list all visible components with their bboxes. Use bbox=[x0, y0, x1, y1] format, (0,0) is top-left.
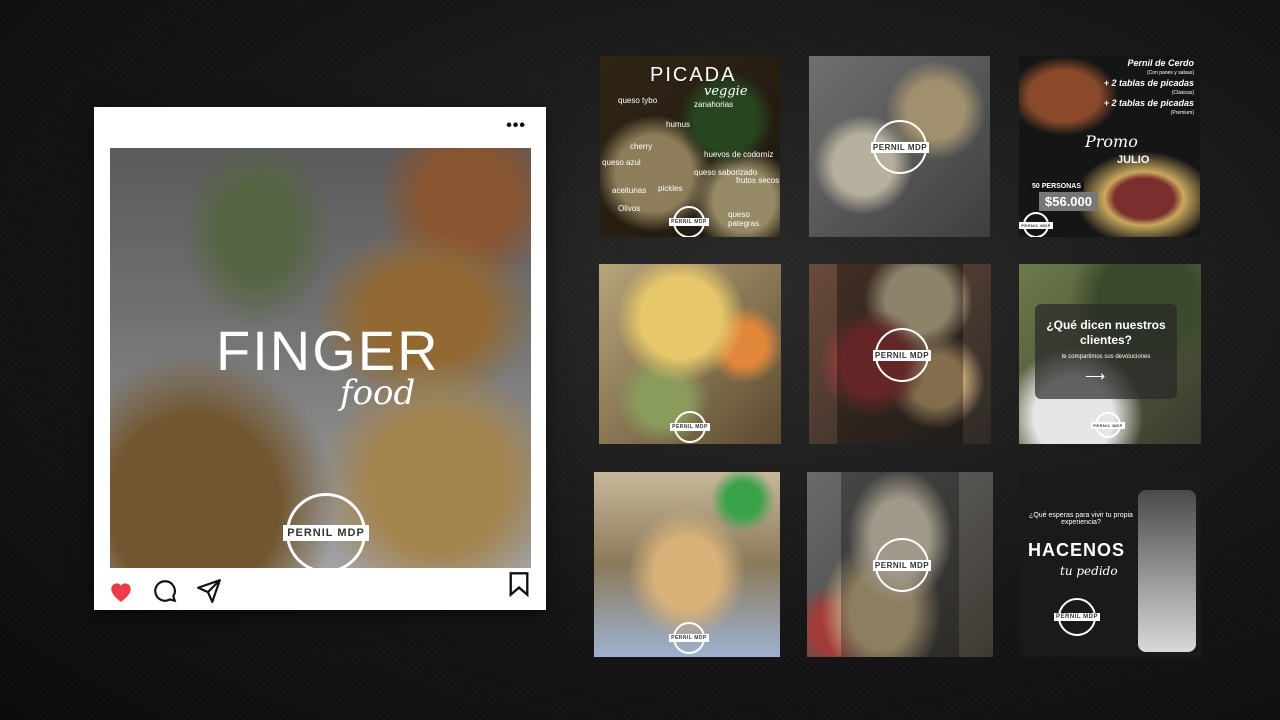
tile-logo: PERNIL MDP bbox=[1091, 412, 1125, 438]
label-humus: humus bbox=[666, 120, 691, 129]
tile-testimonials[interactable]: ¿Qué dicen nuestros clientes? te compart… bbox=[1019, 264, 1201, 444]
promo-line1-small: (Con panes y salsas) bbox=[1147, 70, 1194, 76]
tile-logo-text: PERNIL MDP bbox=[669, 634, 709, 642]
promo-month: JULIO bbox=[1117, 154, 1150, 166]
cta-question: ¿Qué esperas para vivir tu propia experi… bbox=[1029, 512, 1133, 526]
share-icon[interactable] bbox=[196, 578, 222, 604]
tile-logo: PERNIL MDP bbox=[872, 538, 932, 592]
tile-logo: PERNIL MDP bbox=[669, 206, 709, 237]
tile-logo: PERNIL MDP bbox=[872, 328, 932, 382]
label-olivos: Olivos bbox=[618, 204, 641, 213]
arrow-icon: ⟶ bbox=[1085, 368, 1106, 384]
tile-cheese-board[interactable]: PERNIL MDP bbox=[599, 264, 781, 444]
label-queso-azul: queso azul bbox=[602, 158, 641, 167]
tile-logo-text: PERNIL MDP bbox=[1019, 221, 1053, 229]
testimonial-sub: te compartimos sus devoluciones bbox=[1061, 354, 1151, 360]
post-image: FINGER food PERNIL MDP bbox=[110, 148, 531, 568]
tile-logo-text: PERNIL MDP bbox=[872, 349, 932, 361]
instagram-post-card: ••• FINGER food PERNIL MDP bbox=[94, 107, 546, 610]
more-options-icon[interactable]: ••• bbox=[506, 117, 526, 135]
bookmark-icon[interactable] bbox=[508, 571, 530, 602]
tile-logo-text: PERNIL MDP bbox=[669, 218, 709, 226]
tile-sandwiches[interactable]: PERNIL MDP bbox=[807, 472, 993, 657]
label-cherry: cherry bbox=[630, 142, 653, 151]
promo-line1: Pernil de Cerdo bbox=[1127, 58, 1194, 68]
tile-subtitle: veggie bbox=[704, 84, 748, 99]
tile-logo-text: PERNIL MDP bbox=[670, 423, 710, 431]
label-frutos-secos: frutos secos bbox=[736, 176, 780, 185]
tile-logo-text: PERNIL MDP bbox=[1054, 613, 1100, 621]
tile-charcuterie[interactable]: PERNIL MDP bbox=[809, 264, 991, 444]
tile-logo-text: PERNIL MDP bbox=[1091, 421, 1125, 429]
tile-logo: PERNIL MDP bbox=[1019, 212, 1053, 237]
tile-logo-text: PERNIL MDP bbox=[870, 141, 930, 153]
label-queso-tybo: queso tybo bbox=[618, 96, 658, 105]
testimonial-heading: ¿Qué dicen nuestros clientes? bbox=[1046, 318, 1166, 347]
tile-promo-julio[interactable]: Pernil de Cerdo (Con panes y salsas) + 2… bbox=[1019, 56, 1200, 237]
promo-line2: + 2 tablas de picadas bbox=[1103, 78, 1194, 88]
tile-logo: PERNIL MDP bbox=[870, 120, 930, 174]
tile-picada-veggie[interactable]: PICADA veggie queso tybo zanahorias humu… bbox=[600, 56, 780, 237]
brand-logo: PERNIL MDP bbox=[283, 493, 369, 568]
tile-logo-text: PERNIL MDP bbox=[872, 559, 932, 571]
brand-logo-text: PERNIL MDP bbox=[283, 525, 369, 541]
tile-logo: PERNIL MDP bbox=[670, 411, 710, 443]
heart-icon[interactable] bbox=[108, 579, 134, 603]
tile-logo: PERNIL MDP bbox=[669, 622, 709, 654]
promo-line2-small: (Clásicas) bbox=[1171, 90, 1194, 96]
promo-line3-small: (Premium) bbox=[1170, 110, 1194, 116]
cta-title: HACENOS bbox=[1028, 540, 1126, 560]
promo-people: 50 PERSONAS bbox=[1029, 182, 1085, 191]
tile-order-cta[interactable]: ¿Qué esperas para vivir tu propia experi… bbox=[1020, 472, 1201, 657]
tile-logo: PERNIL MDP bbox=[1054, 598, 1100, 636]
label-huevos: huevos de codorniz bbox=[704, 150, 774, 159]
label-queso-pategras: queso pategras bbox=[728, 210, 760, 228]
post-actions bbox=[108, 578, 222, 604]
label-zanahorias: zanahorias bbox=[694, 100, 734, 109]
post-subtitle: food bbox=[340, 373, 416, 413]
tile-catering-table[interactable]: PERNIL MDP bbox=[809, 56, 990, 237]
promo-label: Promo bbox=[1085, 132, 1138, 151]
promo-price: $56.000 bbox=[1039, 192, 1098, 211]
label-aceitunas: aceitunas bbox=[612, 186, 647, 195]
label-pickles: pickles bbox=[658, 184, 683, 193]
comment-icon[interactable] bbox=[152, 578, 178, 604]
promo-line3: + 2 tablas de picadas bbox=[1103, 98, 1194, 108]
tile-burgers[interactable]: PERNIL MDP bbox=[594, 472, 780, 657]
cta-subtitle: tu pedido bbox=[1060, 564, 1118, 578]
